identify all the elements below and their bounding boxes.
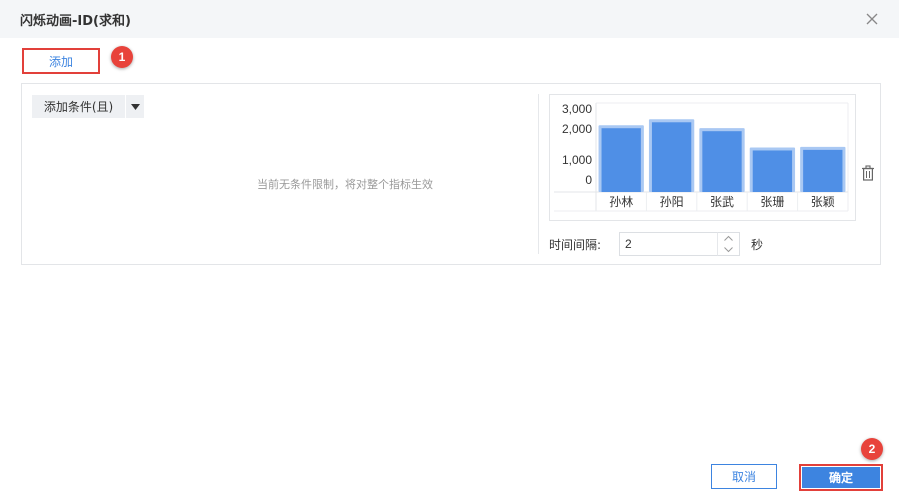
trash-icon[interactable] <box>861 165 875 181</box>
x-tick-label: 孙林 <box>609 195 633 209</box>
add-condition-button[interactable]: 添加条件(且) <box>32 95 125 118</box>
bar <box>651 122 692 192</box>
add-button[interactable]: 添加 <box>22 48 100 74</box>
add-condition-dropdown[interactable] <box>126 95 144 118</box>
y-tick-label: 0 <box>585 173 592 187</box>
x-tick-label: 孙阳 <box>660 195 684 209</box>
step-marker-1: 1 <box>111 46 133 68</box>
dialog-header: 闪烁动画-ID(求和) <box>0 0 899 38</box>
interval-label: 时间间隔: <box>549 238 602 252</box>
panel-divider <box>538 94 539 254</box>
y-tick-label: 3,000 <box>562 102 592 116</box>
interval-input[interactable] <box>619 232 718 256</box>
empty-conditions-hint: 当前无条件限制，将对整个指标生效 <box>257 178 433 191</box>
cancel-button-label: 取消 <box>731 470 756 484</box>
y-tick-label: 1,000 <box>562 153 592 167</box>
ok-button[interactable]: 确定 <box>802 467 880 488</box>
chart-preview: 0 1,000 2,000 3,000 孙林 孙阳 张武 张珊 张颖 <box>549 94 856 221</box>
chevron-up-icon[interactable] <box>718 233 739 244</box>
interval-unit: 秒 <box>751 238 764 252</box>
caret-down-icon <box>130 103 140 110</box>
add-button-label: 添加 <box>48 54 73 69</box>
x-tick-label: 张武 <box>710 195 734 209</box>
chevron-down-icon[interactable] <box>718 244 739 255</box>
interval-stepper <box>717 232 740 256</box>
add-condition-label: 添加条件(且) <box>43 100 114 114</box>
bar-chart: 0 1,000 2,000 3,000 孙林 孙阳 张武 张珊 张颖 <box>554 102 849 212</box>
step-marker-2: 2 <box>861 438 883 460</box>
add-condition-group: 添加条件(且) <box>32 95 144 118</box>
bar <box>803 149 843 192</box>
close-icon[interactable] <box>862 9 882 29</box>
bar <box>702 131 742 192</box>
dialog-title: 闪烁动画-ID(求和) <box>20 14 131 29</box>
y-tick-label: 2,000 <box>562 122 592 136</box>
x-tick-label: 张颖 <box>811 195 835 209</box>
ok-button-label: 确定 <box>828 471 853 485</box>
bar <box>752 150 793 192</box>
bar <box>601 128 641 192</box>
x-tick-label: 张珊 <box>760 195 784 209</box>
cancel-button[interactable]: 取消 <box>711 464 777 489</box>
